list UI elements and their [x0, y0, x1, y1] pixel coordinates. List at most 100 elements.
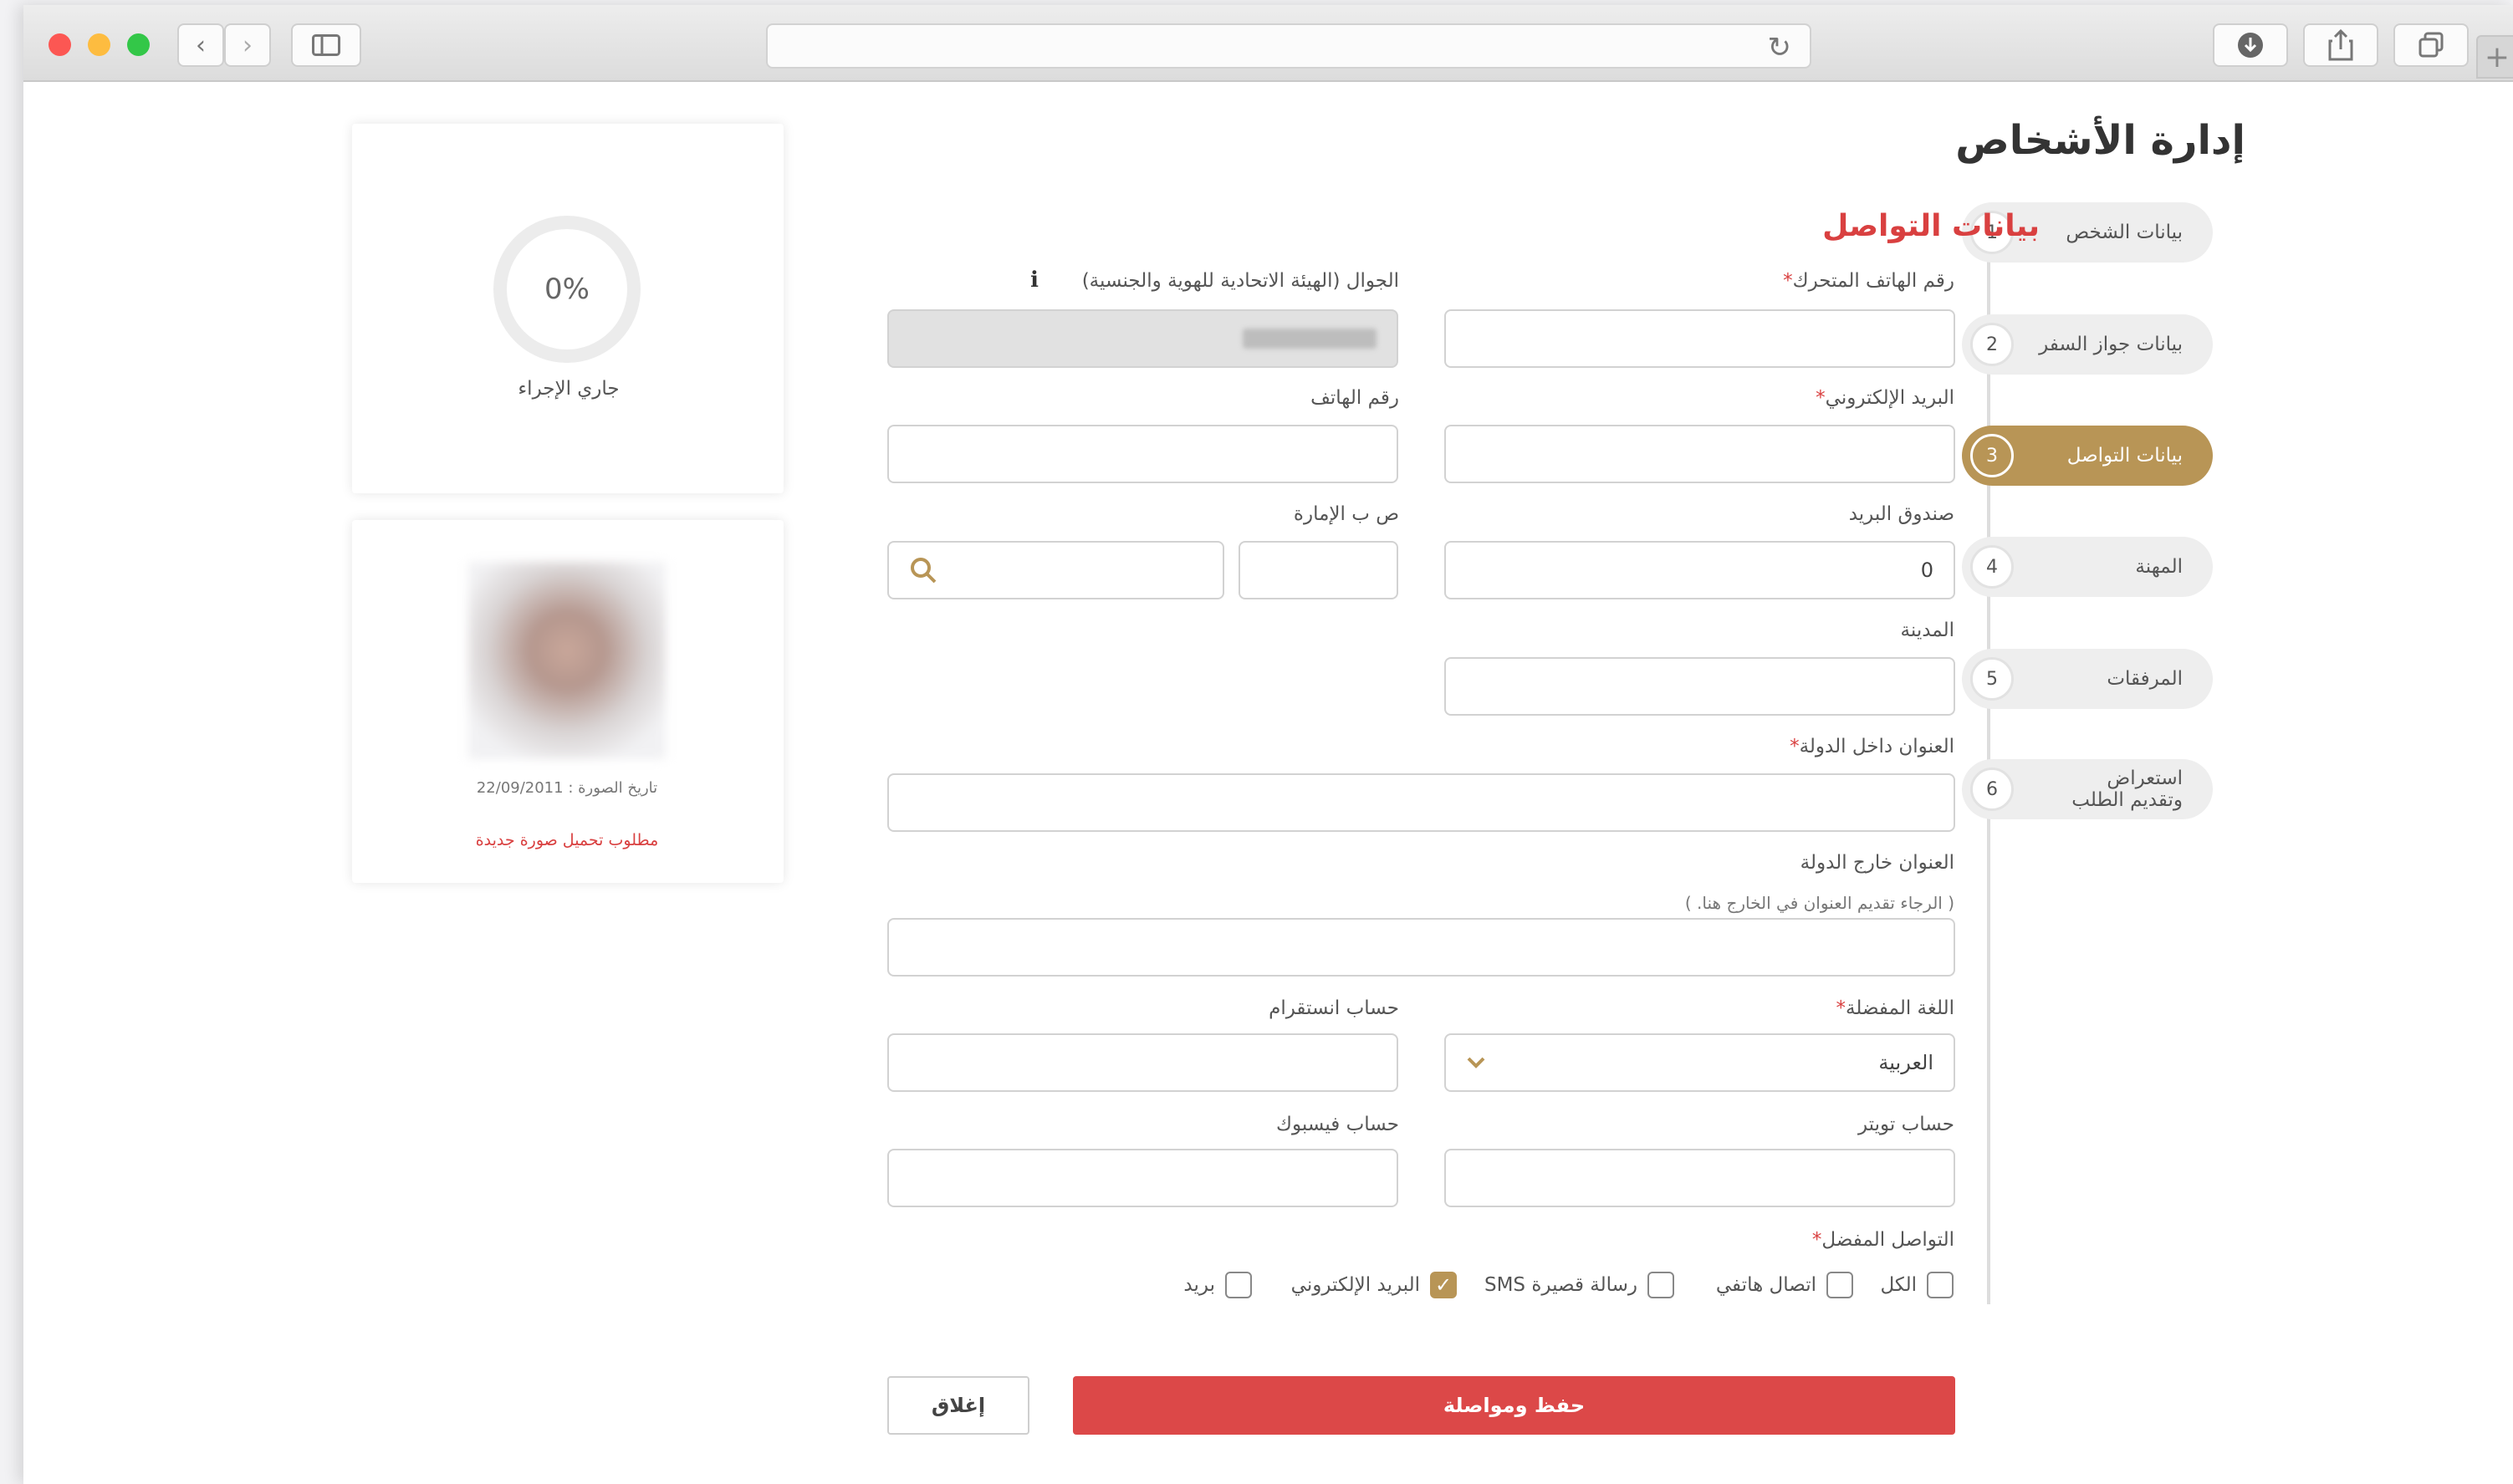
- check-icon: ✓: [1434, 1273, 1453, 1297]
- mobile-label-text: رقم الهاتف المتحرك: [1792, 270, 1954, 292]
- section-title: بيانات التواصل: [1822, 209, 2040, 243]
- pobox-value: 0: [1920, 558, 1933, 582]
- forward-button[interactable]: ›: [224, 23, 271, 67]
- instagram-input[interactable]: [887, 1033, 1398, 1092]
- downloads-button[interactable]: [2213, 23, 2288, 67]
- mobile-ica-label: الجوال (الهيئة الاتحادية للهوية والجنسية…: [1081, 270, 1399, 292]
- address-bar[interactable]: ↻: [766, 23, 1811, 69]
- contact-all-checkbox[interactable]: [1927, 1272, 1954, 1298]
- step-attachments[interactable]: 5 المرفقات: [1962, 649, 2213, 709]
- plus-icon: +: [2484, 40, 2510, 74]
- chevron-right-icon: ›: [243, 30, 253, 60]
- twitter-input[interactable]: [1444, 1149, 1955, 1207]
- contact-sms-checkbox[interactable]: [1647, 1272, 1674, 1298]
- contact-mail-checkbox[interactable]: [1225, 1272, 1252, 1298]
- contact-email-checkbox[interactable]: ✓: [1430, 1272, 1457, 1298]
- email-input[interactable]: [1444, 425, 1955, 483]
- address-out-input[interactable]: [887, 918, 1955, 977]
- instagram-label: حساب انستقرام: [1269, 997, 1399, 1019]
- save-continue-button[interactable]: حفظ ومواصلة: [1073, 1376, 1955, 1435]
- close-window-icon[interactable]: [49, 33, 71, 56]
- progress-percent: 0%: [544, 273, 590, 306]
- address-out-label: العنوان خارج الدولة: [1800, 852, 1954, 874]
- mobile-input[interactable]: [1444, 309, 1955, 368]
- email-label: البريد الإلكتروني*: [1816, 387, 1954, 409]
- share-icon: [2328, 29, 2353, 61]
- step-profession[interactable]: 4 المهنة: [1962, 537, 2213, 597]
- contact-phone-label: اتصال هاتفي: [1715, 1274, 1816, 1296]
- step-number: 6: [1970, 767, 2014, 811]
- pobox-input[interactable]: 0: [1444, 541, 1955, 599]
- contact-pref-label-text: التواصل المفضل: [1821, 1229, 1954, 1251]
- back-button[interactable]: ‹: [177, 23, 224, 67]
- chevron-down-icon: [1467, 1057, 1485, 1068]
- photo-upload-required[interactable]: مطلوب تحميل صورة جديدة: [435, 831, 699, 849]
- browser-toolbar: ‹ › ↻ +: [23, 5, 2513, 82]
- language-label: اللغة المفضلة*: [1836, 997, 1954, 1019]
- tabs-icon: [2419, 32, 2444, 58]
- contact-mail-label: بريد: [1183, 1274, 1215, 1296]
- city-label: المدينة: [1900, 620, 1954, 641]
- mobile-label: رقم الهاتف المتحرك*: [1783, 270, 1954, 292]
- close-button[interactable]: إغلاق: [887, 1376, 1029, 1435]
- address-out-hint: ( الرجاء تقديم العنوان في الخارج هنا. ): [1684, 893, 1954, 913]
- photo-date: تاريخ الصورة : 22/09/2011: [476, 779, 658, 797]
- chevron-left-icon: ‹: [196, 30, 206, 60]
- step-label: استعراض وتقديم الطلب: [2071, 767, 2183, 811]
- step-label: المرفقات: [2107, 668, 2183, 690]
- address-in-label: العنوان داخل الدولة*: [1790, 736, 1954, 757]
- mobile-ica-input: [887, 309, 1398, 368]
- contact-phone-checkbox[interactable]: [1826, 1272, 1853, 1298]
- contact-all-label: الكل: [1880, 1274, 1917, 1296]
- sidebar-icon: [312, 34, 340, 56]
- pobox-emirate-input[interactable]: [1239, 541, 1398, 599]
- email-label-text: البريد الإلكتروني: [1825, 387, 1954, 409]
- language-selected-value: العربية: [1878, 1051, 1933, 1074]
- address-in-input[interactable]: [887, 773, 1955, 832]
- maximize-window-icon[interactable]: [127, 33, 150, 56]
- emirate-search-input[interactable]: [887, 541, 1224, 599]
- language-label-text: اللغة المفضلة: [1846, 997, 1954, 1019]
- progress-status: جاري الإجراء: [518, 378, 620, 400]
- step-number: 5: [1970, 657, 2014, 701]
- pobox-label: صندوق البريد: [1848, 503, 1954, 525]
- download-icon: [2238, 33, 2263, 58]
- city-input[interactable]: [1444, 657, 1955, 716]
- step-label: المهنة: [2135, 556, 2183, 578]
- step-label: بيانات التواصل: [2066, 445, 2183, 467]
- required-mark: *: [1790, 736, 1800, 757]
- step-label: بيانات جواز السفر: [2039, 334, 2183, 355]
- address-in-label-text: العنوان داخل الدولة: [1799, 736, 1954, 757]
- contact-email-label: البريد الإلكتروني: [1290, 1274, 1420, 1296]
- share-button[interactable]: [2303, 23, 2378, 67]
- contact-sms-label: رسالة قصيرة SMS: [1484, 1274, 1637, 1296]
- facebook-input[interactable]: [887, 1149, 1398, 1207]
- step-number: 4: [1970, 545, 2014, 589]
- step-contact-data[interactable]: 3 بيانات التواصل: [1962, 426, 2213, 486]
- required-mark: *: [1816, 387, 1826, 409]
- tabs-overview-button[interactable]: [2393, 23, 2469, 67]
- page-title: إدارة الأشخاص: [1955, 117, 2245, 164]
- step-label: بيانات الشخص: [2066, 222, 2183, 243]
- phone-input[interactable]: [887, 425, 1398, 483]
- minimize-window-icon[interactable]: [88, 33, 110, 56]
- language-select[interactable]: العربية: [1444, 1033, 1955, 1092]
- info-icon[interactable]: ℹ: [1030, 268, 1039, 293]
- step-review-submit[interactable]: 6 استعراض وتقديم الطلب: [1962, 759, 2213, 819]
- new-tab-button[interactable]: +: [2476, 35, 2513, 79]
- profile-photo: [468, 562, 666, 759]
- facebook-label: حساب فيسبوك: [1276, 1114, 1399, 1135]
- required-mark: *: [1811, 1229, 1822, 1251]
- twitter-label: حساب تويتر: [1857, 1114, 1954, 1135]
- step-passport-data[interactable]: 2 بيانات جواز السفر: [1962, 314, 2213, 375]
- required-mark: *: [1783, 270, 1793, 292]
- phone-label: رقم الهاتف: [1310, 387, 1399, 409]
- sidebar-toggle-button[interactable]: [291, 23, 361, 67]
- step-number: 3: [1970, 434, 2014, 477]
- reload-icon[interactable]: ↻: [1768, 31, 1792, 64]
- pobox-emirate-label: ص ب الإمارة: [1293, 503, 1399, 525]
- progress-ring: 0%: [493, 216, 641, 363]
- search-icon[interactable]: [909, 556, 937, 584]
- contact-pref-label: التواصل المفضل*: [1812, 1229, 1954, 1251]
- redacted-value: [1243, 329, 1377, 349]
